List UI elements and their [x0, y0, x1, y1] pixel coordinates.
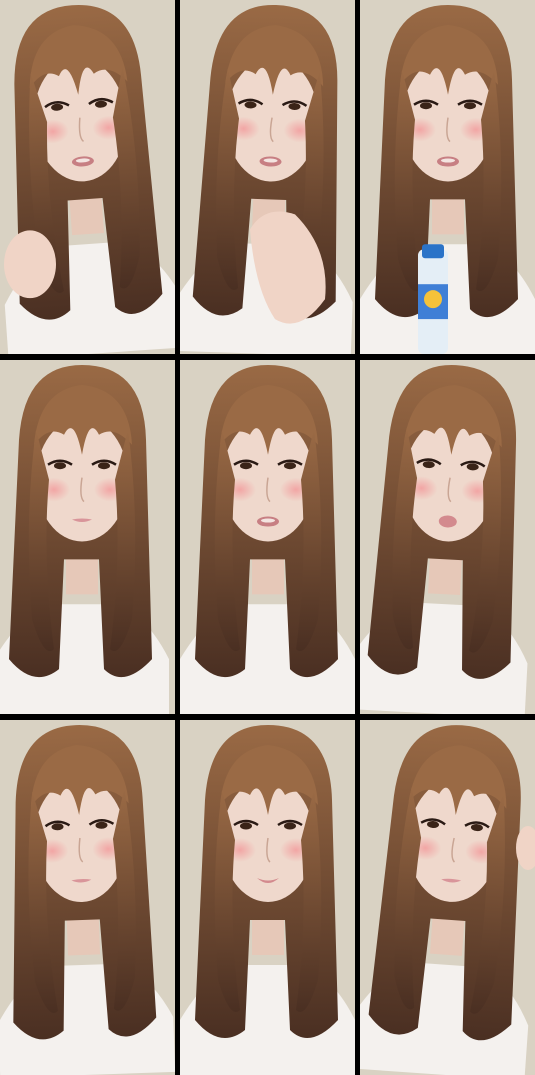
portrait-image — [360, 0, 535, 354]
portrait-image — [360, 360, 535, 714]
photo-frame-5 — [180, 360, 355, 714]
portrait-image — [0, 360, 175, 714]
photo-frame-3 — [360, 0, 535, 354]
portrait-image — [180, 720, 355, 1075]
portrait-image — [0, 720, 175, 1075]
portrait-image — [180, 0, 355, 354]
photo-frame-8 — [180, 720, 355, 1075]
photo-frame-2 — [180, 0, 355, 354]
portrait-image — [0, 0, 175, 354]
photo-frame-1 — [0, 0, 175, 354]
portrait-image — [180, 360, 355, 714]
photo-frame-4 — [0, 360, 175, 714]
photo-frame-9 — [360, 720, 535, 1075]
portrait-image — [360, 720, 535, 1075]
photo-frame-6 — [360, 360, 535, 714]
photo-collage-grid — [0, 0, 535, 1075]
photo-frame-7 — [0, 720, 175, 1075]
